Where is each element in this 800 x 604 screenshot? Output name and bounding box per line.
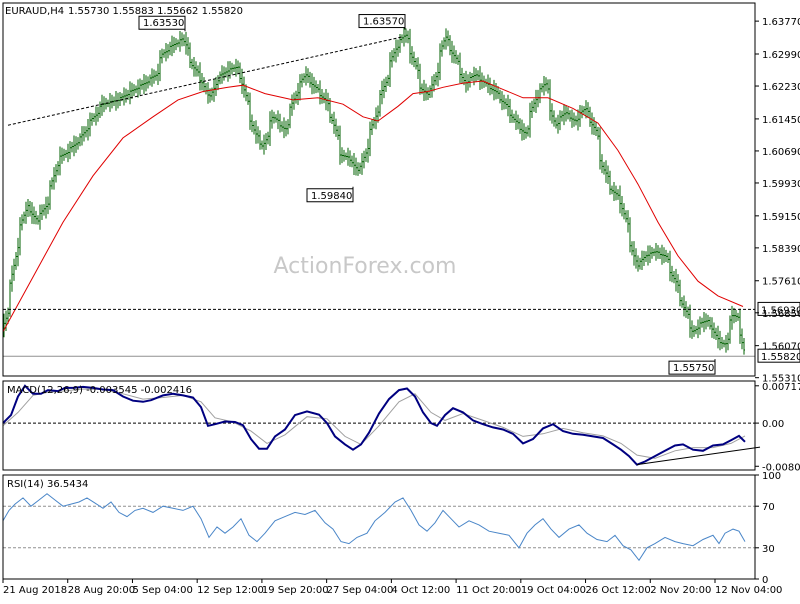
time-tick-label: 28 Aug 20:00 (68, 585, 135, 596)
macd-title: MACD(12,26,9) -0.003545 -0.002416 (7, 385, 192, 396)
ohlc-readout: 1.55730 1.55883 1.55662 1.55820 (68, 6, 243, 17)
time-tick-label: 19 Oct 04:00 (521, 585, 586, 596)
time-tick-label: 19 Sep 20:00 (262, 585, 329, 596)
moving-average-line (2, 80, 744, 332)
annotation-label: 1.63570 (363, 17, 404, 28)
annotation-label: 1.59840 (311, 191, 352, 202)
time-tick-label: 11 Oct 20:00 (456, 585, 521, 596)
time-tick-label: 26 Oct 12:00 (586, 585, 651, 596)
time-tick-label: 27 Sep 04:00 (327, 585, 394, 596)
symbol-label: EURAUD,H4 (5, 6, 64, 17)
price-panel-frame (2, 2, 756, 377)
rsi-title: RSI(14) 36.5434 (7, 479, 88, 490)
price-tick-label: 1.62990 (762, 50, 800, 61)
time-tick-label: 12 Sep 12:00 (197, 585, 264, 596)
watermark: ActionForex.com (274, 254, 457, 279)
price-tick-label: 1.61450 (762, 115, 800, 126)
time-tick-label: 21 Aug 2018 (3, 585, 67, 596)
price-tag: 1.55820 (761, 352, 800, 363)
price-tick-label: 1.59930 (762, 179, 800, 190)
price-tick-label: 1.55310 (762, 374, 800, 385)
price-tick-label: 1.62230 (762, 82, 800, 93)
macd-tick-label: 0.00 (762, 419, 784, 430)
annotation-label: 1.55750 (673, 363, 714, 374)
price-tick-label: 1.58390 (762, 244, 800, 255)
price-tick-label: 1.56850 (762, 309, 800, 320)
price-tick-label: 1.60690 (762, 147, 800, 158)
rsi-tick-label: 70 (762, 502, 775, 513)
annotation-label: 1.63530 (143, 18, 184, 29)
rsi-tick-label: 100 (762, 471, 781, 482)
time-tick-label: 2 Nov 20:00 (650, 585, 711, 596)
price-tick-label: 1.59150 (762, 212, 800, 223)
time-tick-label: 5 Sep 04:00 (132, 585, 192, 596)
rsi-tick-label: 30 (762, 544, 775, 555)
rsi-line (2, 493, 746, 562)
price-tick-label: 1.57610 (762, 277, 800, 288)
price-tick-label: 1.63770 (762, 17, 800, 28)
chart-window[interactable]: 1.56930 1.55820 1.63530 1.59840 1.63570 1.557… (0, 0, 800, 600)
time-tick-label: 4 Oct 12:00 (391, 585, 450, 596)
trendline (7, 36, 404, 126)
time-tick-label: 12 Nov 04:00 (715, 585, 782, 596)
chart-canvas[interactable]: 1.569301.558201.635301.598401.635701.557… (0, 0, 800, 600)
price-tick-label: 1.56070 (762, 342, 800, 353)
rsi-panel-frame (2, 474, 756, 580)
